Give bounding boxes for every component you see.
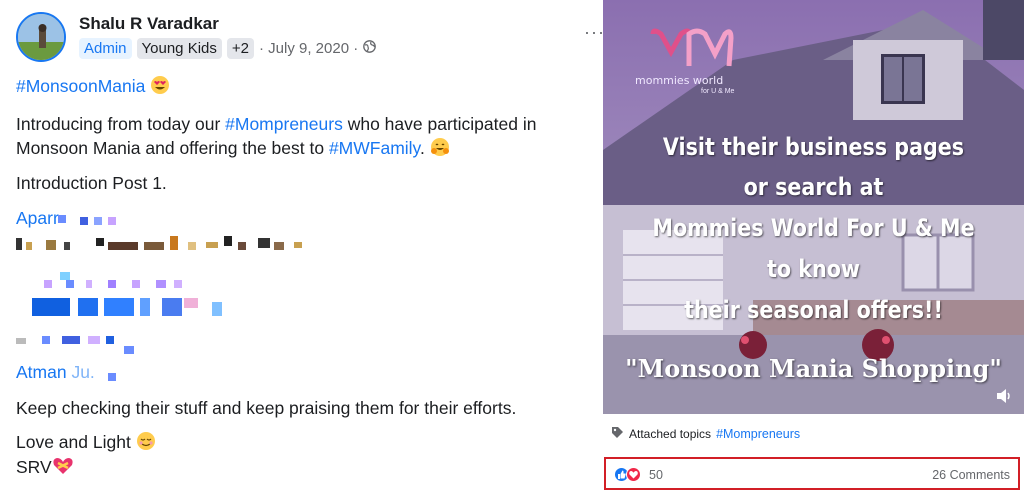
hashtag-mwfamily[interactable]: #MWFamily [329,138,420,158]
mention-suffix-2: Ju. [71,362,95,382]
badge-admin[interactable]: Admin [79,38,132,59]
redacted-block-2 [16,236,306,257]
intro-post-label: Introduction Post 1. [16,173,167,193]
reactions-summary[interactable]: 50 [614,467,663,482]
post-meta: Admin Young Kids +2 · July 9, 2020 · [79,38,377,59]
video-text-line-3: Mommies World For U & Me [652,214,975,242]
attached-topics: Attached topics #Mompreneurs [611,426,800,442]
reaction-count[interactable]: 50 [649,468,663,482]
post-video[interactable]: mommies world for U & Me Visit their bus… [603,0,1024,414]
author-name[interactable]: Shalu R Varadkar [79,14,219,34]
author-avatar[interactable] [16,12,66,62]
love-line: Love and Light [16,430,156,457]
video-quote-text: "Monsoon Mania Shopping" [625,354,1002,383]
hashtag-title-line: #MonsoonMania [16,74,170,101]
redacted-block-1 [48,214,128,232]
signature-line: SRV [16,455,74,482]
intro-text-2: who have participated in [342,114,537,134]
love-reaction-icon [626,467,641,482]
intro-text-1: Introducing from today our [16,114,226,134]
hashtag-mompreneurs[interactable]: #Mompreneurs [225,114,343,134]
love-text: Love and Light [16,432,131,452]
redacted-block-3 [24,272,234,325]
smiling-relieved-emoji-icon [136,431,156,457]
mention-link-2[interactable]: Atman [16,362,67,382]
more-options-button[interactable]: ··· [584,22,605,43]
redacted-block-4 [16,334,146,361]
hashtag-monsoonmania[interactable]: #MonsoonMania [16,76,145,96]
heart-eyes-emoji-icon [150,75,170,101]
badge-more[interactable]: +2 [226,38,254,59]
post-body: Shalu R Varadkar Admin Young Kids +2 · J… [0,0,605,491]
mention-name-2: Atman Ju. [16,360,95,384]
topic-link-mompreneurs[interactable]: #Mompreneurs [716,427,800,441]
video-text-line-5: their seasonal offers!! [684,296,943,324]
volume-icon[interactable] [995,388,1013,409]
hugging-emoji-icon [430,137,450,163]
comments-count-link[interactable]: 26 Comments [932,468,1010,482]
intro-line-2: Monsoon Mania and offering the best to #… [16,136,450,163]
globe-icon [363,40,377,57]
intro-text-3: Monsoon Mania and offering the best to [16,138,329,158]
video-text-line-1: Visit their business pages [662,133,965,161]
intro-line-1: Introducing from today our #Mompreneurs … [16,112,536,136]
reactions-footer: 50 26 Comments [604,457,1020,490]
badge-young-kids[interactable]: Young Kids [136,38,222,59]
post-date[interactable]: · July 9, 2020 · [259,40,358,57]
intro-text-4: . [420,138,425,158]
brand-logo: mommies world for U & Me [631,26,741,96]
video-text-line-4: to know [767,255,860,283]
attached-topics-label: Attached topics [629,427,712,441]
video-text-line-2: or search at [743,173,884,201]
brand-tagline: for U & Me [701,88,735,95]
redacted-block-5 [106,370,120,388]
brand-name: mommies world [635,74,724,87]
heart-ribbon-emoji-icon [52,456,74,482]
closing-text: Keep checking their stuff and keep prais… [16,398,517,418]
tag-icon [611,426,624,442]
signature-text: SRV [16,457,52,477]
